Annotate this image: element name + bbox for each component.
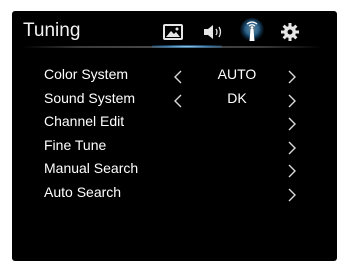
menu-item-label: Channel Edit (44, 113, 125, 129)
menu-item-channel-edit[interactable]: Channel Edit (12, 110, 337, 134)
chevron-right-icon[interactable] (286, 92, 298, 107)
menu-item-value: DK (227, 89, 247, 106)
menu-item-label: Fine Tune (44, 136, 107, 153)
menu-item-label: Auto Search (44, 183, 122, 200)
chevron-left-icon[interactable] (172, 68, 184, 84)
chevron-left-icon[interactable] (172, 92, 184, 107)
tab-channel[interactable] (239, 18, 265, 44)
menu-item-value: AUTO (217, 66, 257, 82)
tab-settings[interactable] (280, 22, 302, 42)
chevron-right-icon[interactable] (286, 186, 298, 201)
picture-icon (162, 22, 184, 42)
tuning-menu: Color System AUTO Sound System DK Channe… (12, 63, 337, 204)
menu-item-color-system[interactable]: Color System AUTO (12, 63, 337, 87)
tv-osd-screen: Tuning Color System AUTO Sound System DK… (12, 11, 337, 261)
chevron-right-icon[interactable] (286, 115, 298, 131)
menu-item-label: Manual Search (44, 160, 139, 176)
chevron-right-icon[interactable] (286, 139, 298, 154)
menu-item-sound-system[interactable]: Sound System DK (12, 87, 337, 111)
menu-item-label: Sound System (44, 89, 136, 106)
chevron-right-icon[interactable] (286, 68, 298, 84)
menu-item-label: Color System (44, 66, 129, 82)
speaker-icon (202, 22, 224, 42)
tab-picture[interactable] (162, 22, 184, 42)
header-divider (22, 45, 322, 48)
menu-item-fine-tune[interactable]: Fine Tune (12, 134, 337, 158)
menu-item-auto-search[interactable]: Auto Search (12, 181, 337, 205)
page-title: Tuning (23, 20, 81, 41)
tab-sound[interactable] (202, 22, 224, 42)
chevron-right-icon[interactable] (286, 162, 298, 178)
gear-icon (280, 22, 302, 42)
menu-item-manual-search[interactable]: Manual Search (12, 157, 337, 181)
antenna-icon (239, 18, 265, 44)
